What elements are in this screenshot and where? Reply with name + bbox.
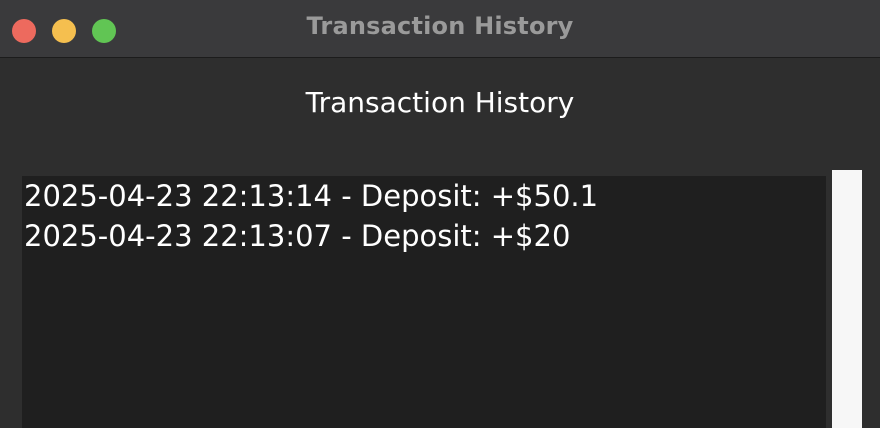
title-bar[interactable]: Transaction History [0,0,880,58]
vertical-scrollbar[interactable] [832,170,862,428]
page-title: Transaction History [305,86,575,119]
transaction-list[interactable]: 2025-04-23 22:13:14 - Deposit: +$50.1 20… [22,176,826,428]
list-item[interactable]: 2025-04-23 22:13:14 - Deposit: +$50.1 [22,176,826,216]
main-content: Transaction History 2025-04-23 22:13:14 … [0,58,880,428]
window-title: Transaction History [306,12,574,40]
list-item[interactable]: 2025-04-23 22:13:07 - Deposit: +$20 [22,216,826,256]
app-window: Transaction History Transaction History … [0,0,880,428]
